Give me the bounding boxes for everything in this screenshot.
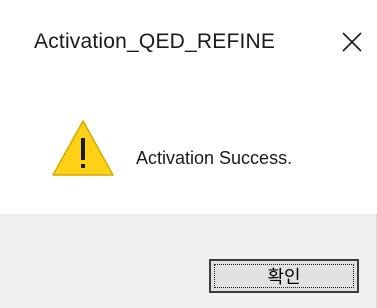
dialog-title: Activation_QED_REFINE [34,30,276,53]
ok-button-label: 확인 [267,267,301,288]
title-bar: Activation_QED_REFINE [0,0,377,92]
dialog-content: Activation Success. [0,92,377,214]
close-icon [342,32,362,52]
dialog-footer: 확인 [0,214,376,308]
warning-icon [52,120,114,176]
message-dialog: Activation_QED_REFINE Activation Success… [0,0,377,308]
close-button[interactable] [330,18,374,66]
ok-button[interactable]: 확인 [209,259,359,293]
dialog-message: Activation Success. [136,148,293,168]
